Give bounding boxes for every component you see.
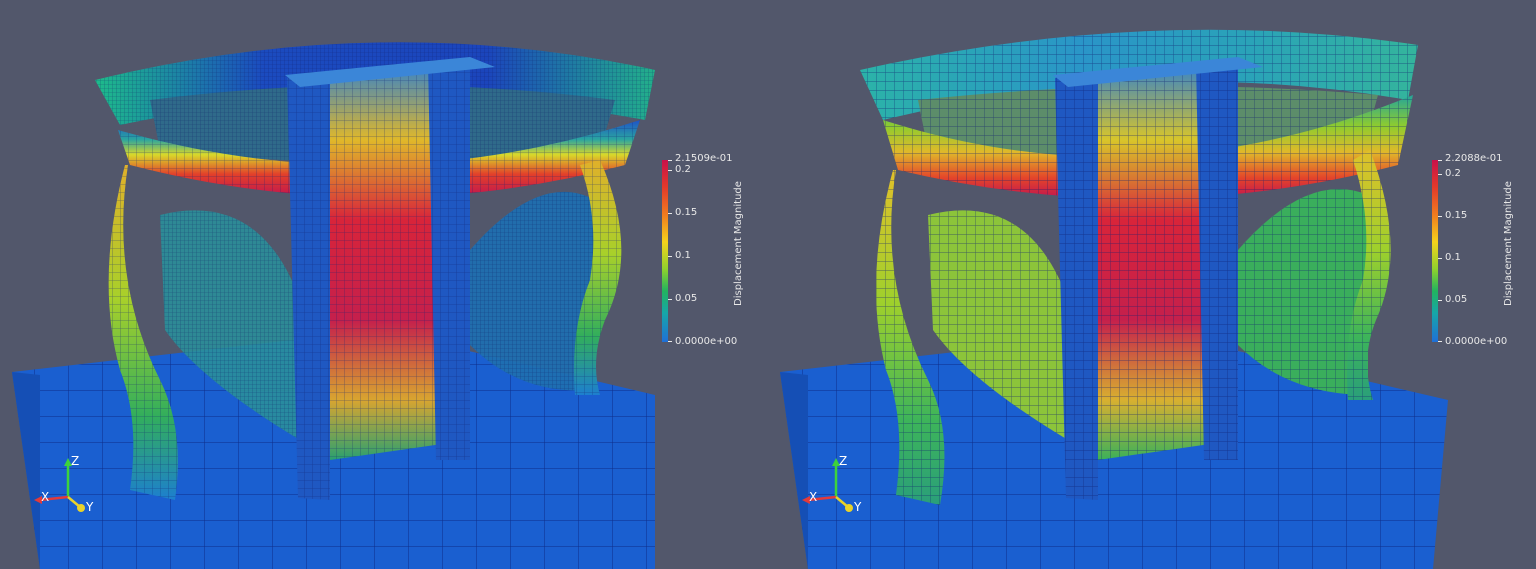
axis-z-label: Z bbox=[839, 454, 848, 468]
mesh-render-right bbox=[780, 29, 1448, 569]
axes-triad-icon bbox=[802, 458, 853, 512]
mesh-render-left bbox=[12, 42, 655, 569]
colorbar-tick-label: 0.1 bbox=[675, 250, 691, 261]
colorbar-tick bbox=[668, 341, 672, 342]
colorbar-tick-label: 0.15 bbox=[1445, 210, 1468, 221]
colorbar-tick bbox=[668, 299, 672, 300]
colorbar-tick bbox=[1438, 300, 1442, 301]
colorbar-tick bbox=[1438, 174, 1442, 175]
colorbar-tick bbox=[668, 256, 672, 257]
colorbar-title: Displacement Magnitude bbox=[733, 181, 744, 306]
colorbar-tick bbox=[1438, 216, 1442, 217]
colorbar-tick bbox=[1438, 160, 1442, 161]
axes-triad-icon bbox=[34, 458, 85, 512]
colorbar-tick-label: 0.2 bbox=[1445, 168, 1461, 179]
axis-y-label: Y bbox=[854, 500, 862, 514]
axis-y-label: Y bbox=[86, 500, 94, 514]
colorbar-max-label: 2.1509e-01 bbox=[675, 153, 733, 164]
colorbar-tick bbox=[668, 170, 672, 171]
axis-z-label: Z bbox=[71, 454, 80, 468]
colorbar-gradient bbox=[662, 160, 668, 342]
render-viewport-left[interactable]: 2.1509e-01 0.2 0.15 0.1 0.05 0.0000e+00 … bbox=[0, 0, 768, 569]
colorbar-tick-label: 0.2 bbox=[675, 164, 691, 175]
colorbar-tick bbox=[668, 213, 672, 214]
colorbar-tick-label: 0.15 bbox=[675, 207, 698, 218]
colorbar-tick-label: 0.05 bbox=[675, 293, 698, 304]
colorbar-title: Displacement Magnitude bbox=[1503, 181, 1514, 306]
orientation-axes-left: Z X Y bbox=[28, 452, 108, 522]
colorbar-gradient bbox=[1432, 160, 1438, 342]
colorbar-tick bbox=[668, 160, 672, 161]
colorbar-tick bbox=[1438, 258, 1442, 259]
render-viewport-right[interactable]: 2.2088e-01 0.2 0.15 0.1 0.05 0.0000e+00 … bbox=[768, 0, 1536, 569]
orientation-axes-right: Z X Y bbox=[796, 452, 876, 522]
colorbar-min-label: 0.0000e+00 bbox=[675, 336, 738, 347]
colorbar-tick-label: 0.1 bbox=[1445, 252, 1461, 263]
colorbar-tick bbox=[1438, 341, 1442, 342]
axis-x-label: X bbox=[41, 490, 50, 504]
colorbar-tick-label: 0.05 bbox=[1445, 294, 1468, 305]
colorbar-max-label: 2.2088e-01 bbox=[1445, 153, 1503, 164]
colorbar-min-label: 0.0000e+00 bbox=[1445, 336, 1508, 347]
axis-x-label: X bbox=[809, 490, 818, 504]
